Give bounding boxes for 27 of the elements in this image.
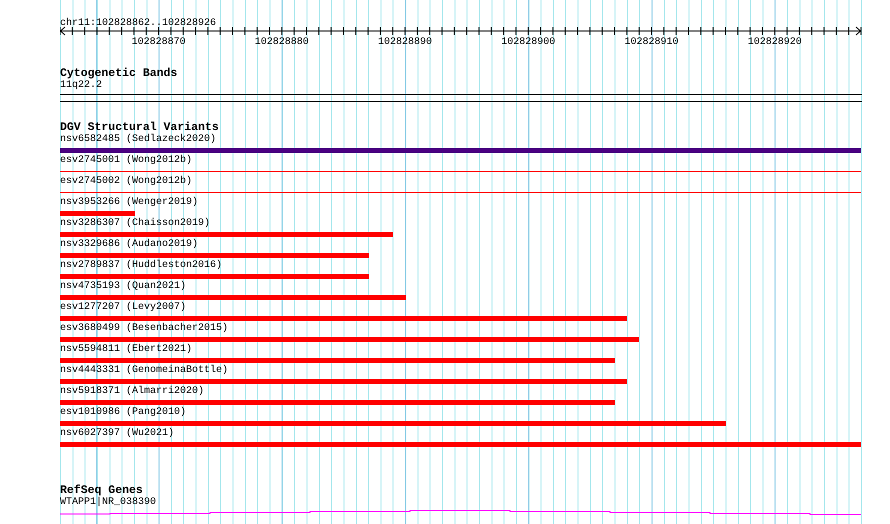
ruler-tick-label: 102828880	[254, 37, 309, 48]
ruler-tick-label: 102828920	[748, 37, 802, 48]
variant-label: nsv2789837 (Huddleston2016)	[60, 260, 224, 272]
ruler-tick-label: 102828900	[501, 37, 556, 48]
ruler-range-label: chr11:102828862..102828926	[60, 18, 216, 29]
variant-label: nsv3329686 (Audano2019)	[60, 239, 200, 251]
variant-label: esv1010986 (Pang2010)	[60, 407, 188, 419]
variant-label: esv2745002 (Wong2012b)	[60, 176, 194, 188]
track-title: DGV Structural Variants	[60, 122, 220, 134]
variant-label: esv1277207 (Levy2007)	[60, 302, 188, 314]
variant-label: nsv6582485 (Sedlazeck2020)	[60, 134, 218, 146]
variant-label: nsv4735193 (Quan2021)	[60, 281, 188, 293]
band-label: 11q22.2	[60, 80, 104, 92]
track-title: Cytogenetic Bands	[60, 68, 178, 80]
variant-label: esv2745001 (Wong2012b)	[60, 155, 194, 167]
variant-label: nsv6027397 (Wu2021)	[60, 428, 176, 440]
ruler-tick-label: 102828910	[624, 37, 679, 48]
variant-label: nsv3286307 (Chaisson2019)	[60, 218, 212, 230]
variant-label: esv3680499 (Besenbacher2015)	[60, 323, 230, 335]
variant-label: nsv5918371 (Almarri2020)	[60, 386, 206, 398]
variant-label: nsv4443331 (GenomeinaBottle)	[60, 365, 230, 377]
track-title: RefSeq Genes	[60, 485, 143, 497]
ruler-tick-label: 102828870	[132, 37, 186, 48]
variant-label: nsv3953266 (Wenger2019)	[60, 197, 200, 209]
gene-label: WTAPP1|NR_038390	[60, 497, 158, 509]
variant-label: nsv5594811 (Ebert2021)	[60, 344, 194, 356]
ruler-tick-label: 102828890	[378, 37, 432, 48]
